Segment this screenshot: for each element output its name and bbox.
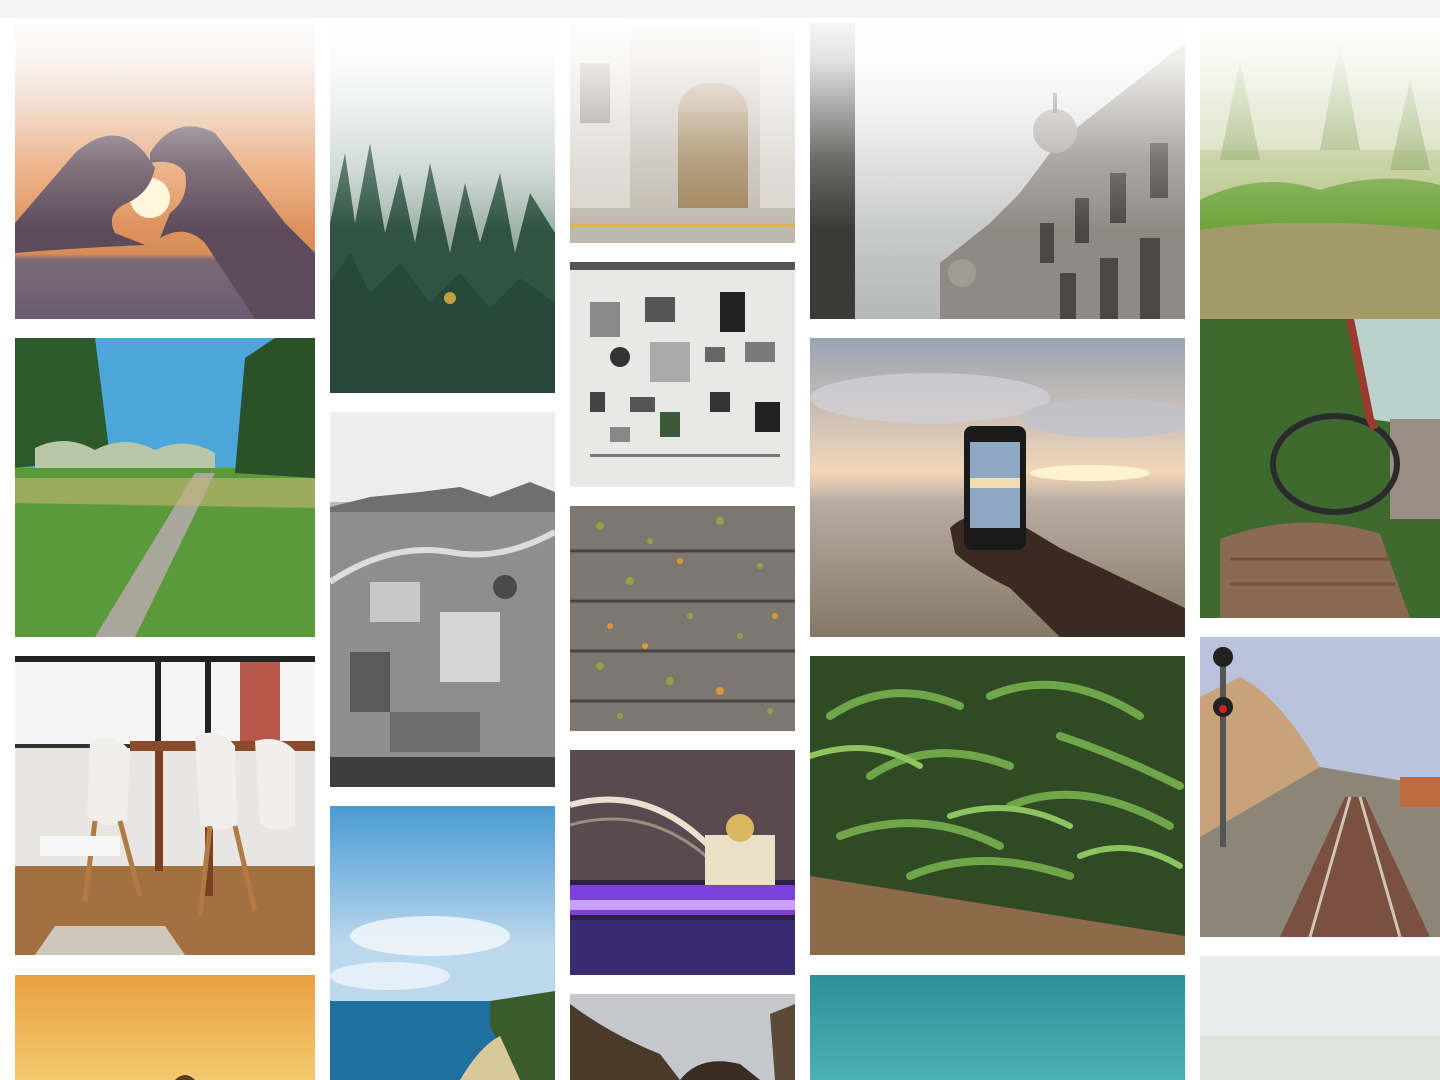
phone-photographing-sunset-sea-photo[interactable] <box>810 338 1185 637</box>
orange-sunset-sky-photo[interactable] <box>15 975 315 1080</box>
mossy-forest-floor-photo[interactable] <box>1200 0 1440 319</box>
railway-tracks-coast-photo[interactable] <box>1200 637 1440 937</box>
wooden-deck-leaves-photo[interactable] <box>570 506 795 731</box>
black-white-city-aerial-photo[interactable] <box>330 412 555 787</box>
baroque-building-facade-photo[interactable] <box>810 23 1185 319</box>
grass-path-trees-photo[interactable] <box>15 338 315 637</box>
turquoise-water-photo[interactable] <box>810 975 1185 1080</box>
coastline-sea-sky-photo[interactable] <box>330 806 555 1080</box>
bridge-cathedral-night-photo[interactable] <box>570 750 795 975</box>
old-wooden-door-photo[interactable] <box>570 23 795 243</box>
misty-pine-forest-photo[interactable] <box>330 23 555 393</box>
abandoned-car-interior-photo[interactable] <box>1200 319 1440 618</box>
green-beans-photo[interactable] <box>810 656 1185 955</box>
dining-room-chairs-photo[interactable] <box>15 656 315 955</box>
eagle-wings-photo[interactable] <box>570 994 795 1080</box>
pale-sky-photo[interactable] <box>1200 956 1440 1080</box>
heart-hands-sunset-photo[interactable] <box>15 23 315 319</box>
photo-gallery-page <box>0 0 1440 1080</box>
disassembled-camera-parts-photo[interactable] <box>570 262 795 487</box>
